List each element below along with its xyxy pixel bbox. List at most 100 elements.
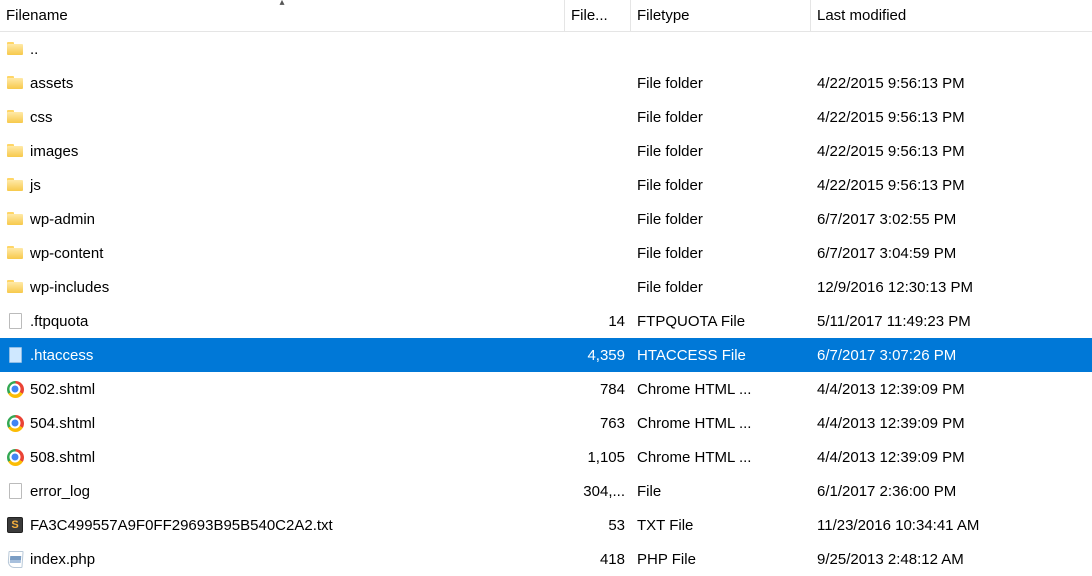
folder-icon xyxy=(6,176,24,194)
cell-filesize xyxy=(565,168,631,202)
file-list: ..assetsFile folder4/22/2015 9:56:13 PMc… xyxy=(0,32,1092,576)
chrome-icon xyxy=(6,448,24,466)
filename-label: css xyxy=(30,109,53,126)
filename-label: js xyxy=(30,177,41,194)
folder-icon xyxy=(6,74,24,92)
cell-modified: 4/22/2015 9:56:13 PM xyxy=(811,100,1071,134)
cell-filesize: 14 xyxy=(565,304,631,338)
folder-icon xyxy=(6,278,24,296)
cell-filename: S FA3C499557A9F0FF29693B95B540C2A2.txt xyxy=(0,508,565,542)
cell-filename: error_log xyxy=(0,474,565,508)
cell-filesize: 1,105 xyxy=(565,440,631,474)
file-icon xyxy=(6,482,24,500)
cell-filesize: 304,... xyxy=(565,474,631,508)
cell-filesize: 53 xyxy=(565,508,631,542)
cell-filename: .ftpquota xyxy=(0,304,565,338)
column-label: Filetype xyxy=(637,7,690,24)
column-header-filesize[interactable]: File... xyxy=(565,0,631,31)
cell-modified: 6/7/2017 3:02:55 PM xyxy=(811,202,1071,236)
cell-modified: 4/4/2013 12:39:09 PM xyxy=(811,440,1071,474)
file-row[interactable]: wp-contentFile folder6/7/2017 3:04:59 PM xyxy=(0,236,1092,270)
file-row[interactable]: index.php418PHP File9/25/2013 2:48:12 AM xyxy=(0,542,1092,576)
cell-filetype: FTPQUOTA File xyxy=(631,304,811,338)
cell-filesize xyxy=(565,100,631,134)
cell-filetype: File folder xyxy=(631,202,811,236)
cell-filesize xyxy=(565,270,631,304)
folder-icon xyxy=(6,108,24,126)
column-label: Last modified xyxy=(817,7,906,24)
file-row[interactable]: .ftpquota14FTPQUOTA File5/11/2017 11:49:… xyxy=(0,304,1092,338)
cell-filetype: PHP File xyxy=(631,542,811,576)
file-row[interactable]: cssFile folder4/22/2015 9:56:13 PM xyxy=(0,100,1092,134)
cell-filename: index.php xyxy=(0,542,565,576)
cell-filetype: File folder xyxy=(631,134,811,168)
cell-modified: 4/22/2015 9:56:13 PM xyxy=(811,168,1071,202)
file-row[interactable]: wp-adminFile folder6/7/2017 3:02:55 PM xyxy=(0,202,1092,236)
cell-modified xyxy=(811,32,1071,66)
cell-filename: wp-content xyxy=(0,236,565,270)
filename-label: index.php xyxy=(30,551,95,568)
column-header-modified[interactable]: Last modified xyxy=(811,0,1071,31)
column-label: Filename xyxy=(6,7,68,24)
file-row[interactable]: assets File folder4/22/2015 9:56:13 PM xyxy=(0,66,1092,100)
cell-filesize xyxy=(565,32,631,66)
file-row[interactable]: wp-includes File folder12/9/2016 12:30:13… xyxy=(0,270,1092,304)
cell-modified: 4/22/2015 9:56:13 PM xyxy=(811,134,1071,168)
file-row[interactable]: error_log 304,...File6/1/2017 2:36:00 PM xyxy=(0,474,1092,508)
file-row[interactable]: 502.shtml784Chrome HTML ...4/4/2013 12:3… xyxy=(0,372,1092,406)
file-row[interactable]: 508.shtml 1,105Chrome HTML ...4/4/2013 12… xyxy=(0,440,1092,474)
cell-filename: wp-includes xyxy=(0,270,565,304)
cell-modified: 6/7/2017 3:07:26 PM xyxy=(811,338,1071,372)
filename-label: 504.shtml xyxy=(30,415,95,432)
column-header-row: Filename ▴ File... Filetype Last modifie… xyxy=(0,0,1092,32)
column-header-filename[interactable]: Filename ▴ xyxy=(0,0,565,31)
cell-filetype: File xyxy=(631,474,811,508)
folder-icon xyxy=(6,40,24,58)
cell-modified: 11/23/2016 10:34:41 AM xyxy=(811,508,1071,542)
cell-modified: 6/1/2017 2:36:00 PM xyxy=(811,474,1071,508)
cell-filename: assets xyxy=(0,66,565,100)
cell-filetype: Chrome HTML ... xyxy=(631,406,811,440)
cell-filesize xyxy=(565,236,631,270)
filename-label: wp-includes xyxy=(30,279,109,296)
php-icon xyxy=(6,550,24,568)
file-row[interactable]: images File folder4/22/2015 9:56:13 PM xyxy=(0,134,1092,168)
filename-label: 508.shtml xyxy=(30,449,95,466)
cell-filesize: 784 xyxy=(565,372,631,406)
cell-modified: 4/4/2013 12:39:09 PM xyxy=(811,372,1071,406)
filename-label: 502.shtml xyxy=(30,381,95,398)
sort-ascending-icon: ▴ xyxy=(279,0,284,8)
filename-label: .htaccess xyxy=(30,347,93,364)
cell-modified: 4/4/2013 12:39:09 PM xyxy=(811,406,1071,440)
cell-filetype: Chrome HTML ... xyxy=(631,440,811,474)
cell-filename: 508.shtml xyxy=(0,440,565,474)
file-row[interactable]: .. xyxy=(0,32,1092,66)
chrome-icon xyxy=(6,380,24,398)
filename-label: FA3C499557A9F0FF29693B95B540C2A2.txt xyxy=(30,517,333,534)
file-row[interactable]: .htaccess4,359HTACCESS File6/7/2017 3:07… xyxy=(0,338,1092,372)
cell-filetype: HTACCESS File xyxy=(631,338,811,372)
cell-modified: 12/9/2016 12:30:13 PM xyxy=(811,270,1071,304)
sublime-icon: S xyxy=(6,516,24,534)
file-row[interactable]: js File folder4/22/2015 9:56:13 PM xyxy=(0,168,1092,202)
filename-label: .. xyxy=(30,41,38,58)
column-header-filetype[interactable]: Filetype xyxy=(631,0,811,31)
cell-filesize xyxy=(565,134,631,168)
chrome-icon xyxy=(6,414,24,432)
folder-icon xyxy=(6,142,24,160)
cell-filesize: 418 xyxy=(565,542,631,576)
file-row[interactable]: SFA3C499557A9F0FF29693B95B540C2A2.txt53T… xyxy=(0,508,1092,542)
file-row[interactable]: 504.shtml 763Chrome HTML ...4/4/2013 12:3… xyxy=(0,406,1092,440)
cell-filetype: File folder xyxy=(631,270,811,304)
cell-filename: .. xyxy=(0,32,565,66)
cell-filesize: 763 xyxy=(565,406,631,440)
cell-modified: 4/22/2015 9:56:13 PM xyxy=(811,66,1071,100)
cell-filename: 504.shtml xyxy=(0,406,565,440)
filename-label: images xyxy=(30,143,78,160)
cell-filetype: File folder xyxy=(631,66,811,100)
filename-label: error_log xyxy=(30,483,90,500)
cell-filetype: File folder xyxy=(631,168,811,202)
cell-filetype: File folder xyxy=(631,236,811,270)
cell-filesize xyxy=(565,202,631,236)
cell-filename: .htaccess xyxy=(0,338,565,372)
